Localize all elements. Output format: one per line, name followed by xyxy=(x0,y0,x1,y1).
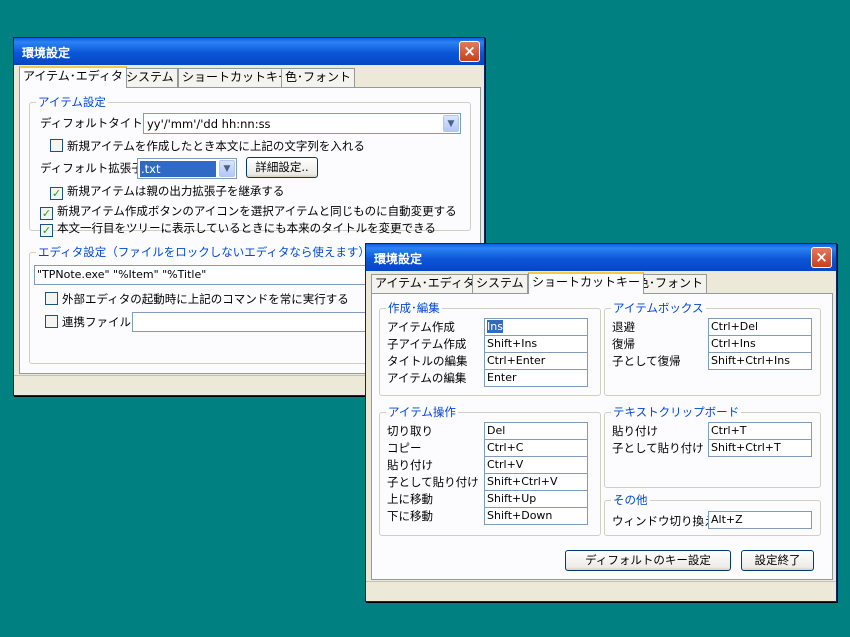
shortcut-field[interactable]: Alt+Z xyxy=(708,511,812,529)
shortcut-field[interactable]: Ctrl+C xyxy=(484,439,588,457)
shortcut-label: 上に移動 xyxy=(387,492,433,506)
other-group: その他 ウィンドウ切り換え Alt+Z xyxy=(604,493,821,536)
shortcut-label: 復帰 xyxy=(612,337,635,351)
checkbox-icon xyxy=(45,315,58,328)
always-run-checkbox[interactable]: 外部エディタの起動時に上記のコマンドを常に実行する xyxy=(45,292,349,306)
checkbox-label: 本文一行目をツリーに表示しているときにも本来のタイトルを変更できる xyxy=(57,221,436,235)
group-legend: エディタ設定（ファイルをロックしないエディタなら使えます） xyxy=(36,245,372,259)
titlebar[interactable]: 環境設定 × xyxy=(366,244,836,271)
checkmark-icon: ✓ xyxy=(50,187,63,200)
tab-shortcut[interactable]: ショートカットキー xyxy=(528,272,645,294)
checkbox-label: 外部エディタの起動時に上記のコマンドを常に実行する xyxy=(62,292,349,306)
inherit-ext-checkbox[interactable]: ✓ 新規アイテムは親の出力拡張子を継承する xyxy=(50,184,284,200)
shortcut-label: 子として復帰 xyxy=(612,354,681,368)
item-box-group: アイテムボックス 退避 Ctrl+Del 復帰 Ctrl+Ins 子として復帰 … xyxy=(604,301,821,396)
detail-settings-button[interactable]: 詳細設定.. xyxy=(246,157,318,178)
tab-color-font[interactable]: 色･フォント xyxy=(633,274,708,293)
group-legend: アイテム設定 xyxy=(36,95,108,109)
insert-text-checkbox[interactable]: 新規アイテムを作成したとき本文に上記の文字列を入れる xyxy=(50,139,365,153)
shortcut-label: アイテムの編集 xyxy=(387,371,467,385)
shortcut-label: 子として貼り付け xyxy=(612,441,704,455)
window-title: 環境設定 xyxy=(22,46,71,60)
default-ext-label: ディフォルト拡張子 xyxy=(40,161,143,175)
close-icon[interactable]: × xyxy=(811,247,832,268)
settings-window-front: 環境設定 × アイテム･エディタ システム ショートカットキー 色･フォント 作… xyxy=(365,243,837,602)
group-legend: その他 xyxy=(611,493,650,507)
shortcut-label: 子アイテム作成 xyxy=(387,337,467,351)
group-legend: テキストクリップボード xyxy=(611,405,742,419)
linked-file-checkbox[interactable]: 連携ファイル xyxy=(45,315,131,329)
finish-settings-button[interactable]: 設定終了 xyxy=(741,550,814,571)
combo-value: .txt xyxy=(140,161,216,177)
checkmark-icon: ✓ xyxy=(40,207,53,220)
shortcut-field[interactable]: Del xyxy=(484,422,588,440)
default-ext-combo[interactable]: .txt ▼ xyxy=(137,158,237,179)
item-ops-group: アイテム操作 切り取り Del コピー Ctrl+C 貼り付け Ctrl+V 子… xyxy=(379,405,601,536)
status-bar xyxy=(366,581,836,601)
chevron-down-icon[interactable]: ▼ xyxy=(443,115,459,132)
window-title: 環境設定 xyxy=(374,252,423,266)
group-legend: アイテム操作 xyxy=(386,405,458,419)
close-icon[interactable]: × xyxy=(459,41,480,62)
default-title-label: ディフォルトタイトル xyxy=(40,116,155,130)
shortcut-label: アイテム作成 xyxy=(387,320,455,334)
text-clipboard-group: テキストクリップボード 貼り付け Ctrl+T 子として貼り付け Shift+C… xyxy=(604,405,821,488)
group-legend: アイテムボックス xyxy=(611,301,706,315)
shortcut-label: コピー xyxy=(387,441,422,455)
combo-value: yy'/'mm'/'dd hh:nn:ss xyxy=(147,117,271,131)
default-title-combo[interactable]: yy'/'mm'/'dd hh:nn:ss ▼ xyxy=(143,113,461,134)
item-settings-group: アイテム設定 ディフォルトタイトル yy'/'mm'/'dd hh:nn:ss … xyxy=(29,95,471,237)
tab-item-editor[interactable]: アイテム･エディタ xyxy=(19,66,127,88)
tab-shortcut[interactable]: ショートカットキー xyxy=(178,68,295,87)
shortcut-field[interactable]: Shift+Ins xyxy=(484,335,588,353)
shortcut-label: 切り取り xyxy=(387,424,433,438)
checkbox-label: 連携ファイル xyxy=(62,315,131,329)
tab-system[interactable]: システム xyxy=(472,274,528,293)
tab-color-font[interactable]: 色･フォント xyxy=(281,68,356,87)
shortcut-field[interactable]: Enter xyxy=(484,369,588,387)
shortcut-field[interactable]: Ctrl+Ins xyxy=(708,335,812,353)
checkmark-icon: ✓ xyxy=(40,224,53,237)
shortcut-field[interactable]: Shift+Ctrl+T xyxy=(708,439,812,457)
checkbox-label: 新規アイテムを作成したとき本文に上記の文字列を入れる xyxy=(67,139,365,153)
tab-item-editor[interactable]: アイテム･エディタ xyxy=(371,274,479,293)
shortcut-field[interactable]: Ctrl+Enter xyxy=(484,352,588,370)
checkbox-label: 新規アイテム作成ボタンのアイコンを選択アイテムと同じものに自動変更する xyxy=(57,204,457,218)
shortcut-label: ウィンドウ切り換え xyxy=(612,514,716,528)
shortcut-field[interactable]: Ins xyxy=(484,318,588,336)
create-edit-group: 作成･編集 アイテム作成 Ins 子アイテム作成 Shift+Ins タイトルの… xyxy=(379,301,601,396)
shortcut-field[interactable]: Shift+Ctrl+Ins xyxy=(708,352,812,370)
default-keys-button[interactable]: ディフォルトのキー設定 xyxy=(565,550,731,571)
shortcut-label: タイトルの編集 xyxy=(387,354,468,368)
shortcut-field[interactable]: Shift+Ctrl+V xyxy=(484,473,588,491)
checkbox-icon xyxy=(45,292,58,305)
tab-panel: 作成･編集 アイテム作成 Ins 子アイテム作成 Shift+Ins タイトルの… xyxy=(371,293,833,580)
shortcut-label: 貼り付け xyxy=(612,424,658,438)
shortcut-field[interactable]: Shift+Up xyxy=(484,490,588,508)
checkbox-icon xyxy=(50,139,63,152)
shortcut-field[interactable]: Ctrl+T xyxy=(708,422,812,440)
shortcut-field[interactable]: Ctrl+V xyxy=(484,456,588,474)
checkbox-label: 新規アイテムは親の出力拡張子を継承する xyxy=(67,184,285,198)
shortcut-label: 貼り付け xyxy=(387,458,433,472)
shortcut-label: 下に移動 xyxy=(387,509,433,523)
first-line-title-checkbox[interactable]: ✓ 本文一行目をツリーに表示しているときにも本来のタイトルを変更できる xyxy=(40,221,436,237)
shortcut-label: 退避 xyxy=(612,320,635,334)
tab-system[interactable]: システム xyxy=(122,68,178,87)
ext-text: .txt xyxy=(141,162,161,176)
selected-key-text: Ins xyxy=(487,320,503,333)
chevron-down-icon[interactable]: ▼ xyxy=(219,160,235,177)
shortcut-field[interactable]: Ctrl+Del xyxy=(708,318,812,336)
shortcut-field[interactable]: Shift+Down xyxy=(484,507,588,525)
shortcut-label: 子として貼り付け xyxy=(387,475,479,489)
icon-change-checkbox[interactable]: ✓ 新規アイテム作成ボタンのアイコンを選択アイテムと同じものに自動変更する xyxy=(40,204,457,220)
titlebar[interactable]: 環境設定 × xyxy=(14,38,484,65)
group-legend: 作成･編集 xyxy=(386,301,442,315)
